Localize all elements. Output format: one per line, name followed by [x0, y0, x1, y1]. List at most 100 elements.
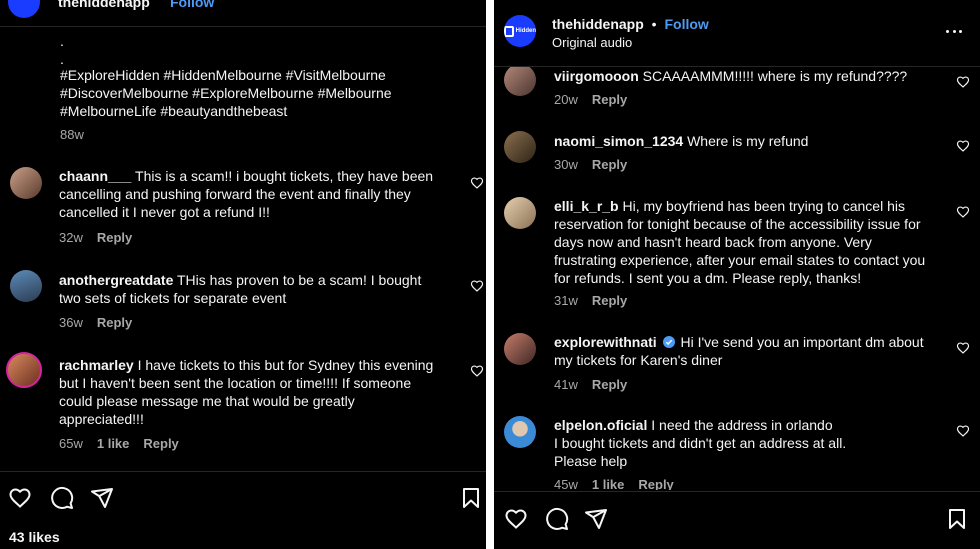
comment-likes[interactable]: 1 like — [592, 477, 625, 490]
like-comment-icon[interactable] — [470, 364, 484, 378]
comment-time: 30w — [554, 157, 578, 172]
more-dot — [946, 30, 949, 33]
caption-hashtags[interactable]: #ExploreHidden #HiddenMelbourne #VisitMe… — [60, 66, 386, 84]
comment-line: my tickets for Karen's diner — [554, 352, 723, 368]
caption-dot: . — [60, 33, 64, 49]
comment-username[interactable]: elli_k_r_b — [554, 198, 619, 214]
share-icon[interactable] — [90, 486, 114, 510]
comment-meta: 65w 1 like Reply — [59, 436, 179, 451]
comment-text: elli_k_r_b Hi, my boyfriend has been try… — [554, 197, 949, 287]
comment-icon[interactable] — [50, 486, 74, 510]
comment-text: viirgomooon SCAAAAMMM!!!!! where is my r… — [554, 67, 949, 85]
comment-time: 31w — [554, 293, 578, 308]
likes-count[interactable]: 43 likes — [9, 528, 60, 546]
comment-time: 32w — [59, 230, 83, 245]
reply-button[interactable]: Reply — [592, 157, 627, 172]
comment-text: naomi_simon_1234 Where is my refund — [554, 132, 949, 150]
header-title-row: thehiddenapp • Follow — [552, 15, 709, 33]
comment-line: I bought tickets and didn't get an addre… — [554, 435, 847, 451]
caption-hashtags[interactable]: #DiscoverMelbourne #ExploreMelbourne #Me… — [60, 84, 392, 102]
like-comment-icon[interactable] — [956, 341, 970, 355]
comment-avatar[interactable] — [504, 197, 536, 229]
original-audio-label[interactable]: Original audio — [552, 34, 632, 52]
comment-username[interactable]: anothergreatdate — [59, 272, 173, 288]
share-icon[interactable] — [584, 507, 608, 531]
reply-button[interactable]: Reply — [592, 377, 627, 392]
comment-meta: 31w Reply — [554, 293, 627, 308]
account-username[interactable]: thehiddenapp — [58, 0, 150, 11]
comment-time: 36w — [59, 315, 83, 330]
comment-line: This is a scam!! i bought tickets, they … — [135, 168, 434, 184]
account-logo-text: Hidden — [515, 28, 536, 34]
comments-list[interactable]: viirgomooon SCAAAAMMM!!!!! where is my r… — [494, 67, 980, 490]
follow-button[interactable]: Follow — [170, 0, 214, 11]
comment-avatar[interactable] — [504, 416, 536, 448]
comment-avatar[interactable] — [504, 333, 536, 365]
bookmark-icon[interactable] — [459, 486, 483, 510]
more-dot — [959, 30, 962, 33]
verified-icon — [662, 336, 675, 348]
more-icon[interactable] — [946, 30, 962, 34]
comment-text: elpelon.oficial I need the address in or… — [554, 416, 949, 470]
heart-icon[interactable] — [504, 507, 528, 531]
footer-divider — [494, 491, 980, 492]
left-post-panel: thehiddenapp Follow . . #ExploreHidden #… — [0, 0, 486, 549]
like-comment-icon[interactable] — [470, 176, 484, 190]
footer-divider — [0, 471, 486, 472]
like-comment-icon[interactable] — [956, 75, 970, 89]
comment-meta: 41w Reply — [554, 377, 627, 392]
caption-time: 88w — [60, 127, 84, 142]
bookmark-icon[interactable] — [945, 507, 969, 531]
like-comment-icon[interactable] — [956, 205, 970, 219]
comment-line: days now and hasn't heard back from anyo… — [554, 234, 872, 250]
comment-time: 41w — [554, 377, 578, 392]
comment-line: Please help — [554, 453, 628, 469]
account-avatar[interactable]: Hidden — [504, 15, 536, 47]
follow-button[interactable]: Follow — [664, 16, 708, 32]
comment-likes[interactable]: 1 like — [97, 436, 130, 451]
heart-icon[interactable] — [8, 486, 32, 510]
comment-meta: 20w Reply — [554, 92, 627, 107]
comment-text: rachmarley I have tickets to this but fo… — [59, 356, 469, 428]
reply-button[interactable]: Reply — [143, 436, 178, 451]
comment-username[interactable]: naomi_simon_1234 — [554, 133, 683, 149]
reply-button[interactable]: Reply — [97, 315, 132, 330]
like-comment-icon[interactable] — [956, 139, 970, 153]
comment-avatar[interactable] — [10, 167, 42, 199]
comment-username[interactable]: elpelon.oficial — [554, 417, 647, 433]
right-post-panel: Hidden thehiddenapp • Follow Original au… — [494, 0, 980, 549]
left-header: thehiddenapp Follow — [0, 0, 486, 26]
comment-username[interactable]: explorewithnati — [554, 334, 657, 350]
like-comment-icon[interactable] — [470, 279, 484, 293]
comment-avatar[interactable] — [10, 270, 42, 302]
account-logo-mark — [504, 25, 514, 37]
account-username[interactable]: thehiddenapp — [552, 16, 644, 32]
reply-button[interactable]: Reply — [592, 92, 627, 107]
comment-line: could please message me that would be gr… — [59, 393, 355, 409]
comment-text: chaann___ This is a scam!! i bought tick… — [59, 167, 469, 221]
comment-line: reservation for tonight because of the a… — [554, 216, 921, 232]
comment-username[interactable]: rachmarley — [59, 357, 134, 373]
comment-username[interactable]: chaann___ — [59, 168, 131, 184]
reply-button[interactable]: Reply — [592, 293, 627, 308]
comment-text: explorewithnati Hi I've send you an impo… — [554, 333, 949, 369]
comment-time: 65w — [59, 436, 83, 451]
comment-icon[interactable] — [545, 507, 569, 531]
caption-hashtags[interactable]: #MelbourneLife #beautyandthebeast — [60, 102, 287, 120]
comment-avatar[interactable] — [504, 67, 536, 96]
comment-line: I need the address in orlando — [651, 417, 833, 433]
comment-line: Hi I've send you an important dm about — [680, 334, 924, 350]
comment-avatar[interactable] — [504, 131, 536, 163]
more-dot — [952, 30, 956, 33]
comment-meta: 45w 1 like Reply — [554, 477, 674, 490]
like-comment-icon[interactable] — [956, 424, 970, 438]
reply-button[interactable]: Reply — [638, 477, 673, 490]
reply-button[interactable]: Reply — [97, 230, 132, 245]
comment-username[interactable]: viirgomooon — [554, 68, 639, 84]
comment-avatar[interactable] — [6, 352, 42, 388]
comment-time: 20w — [554, 92, 578, 107]
account-avatar[interactable] — [8, 0, 40, 18]
header-divider — [0, 26, 486, 27]
comment-line: two sets of tickets for separate event — [59, 290, 287, 306]
comment-line: THis has proven to be a scam! I bought — [177, 272, 422, 288]
